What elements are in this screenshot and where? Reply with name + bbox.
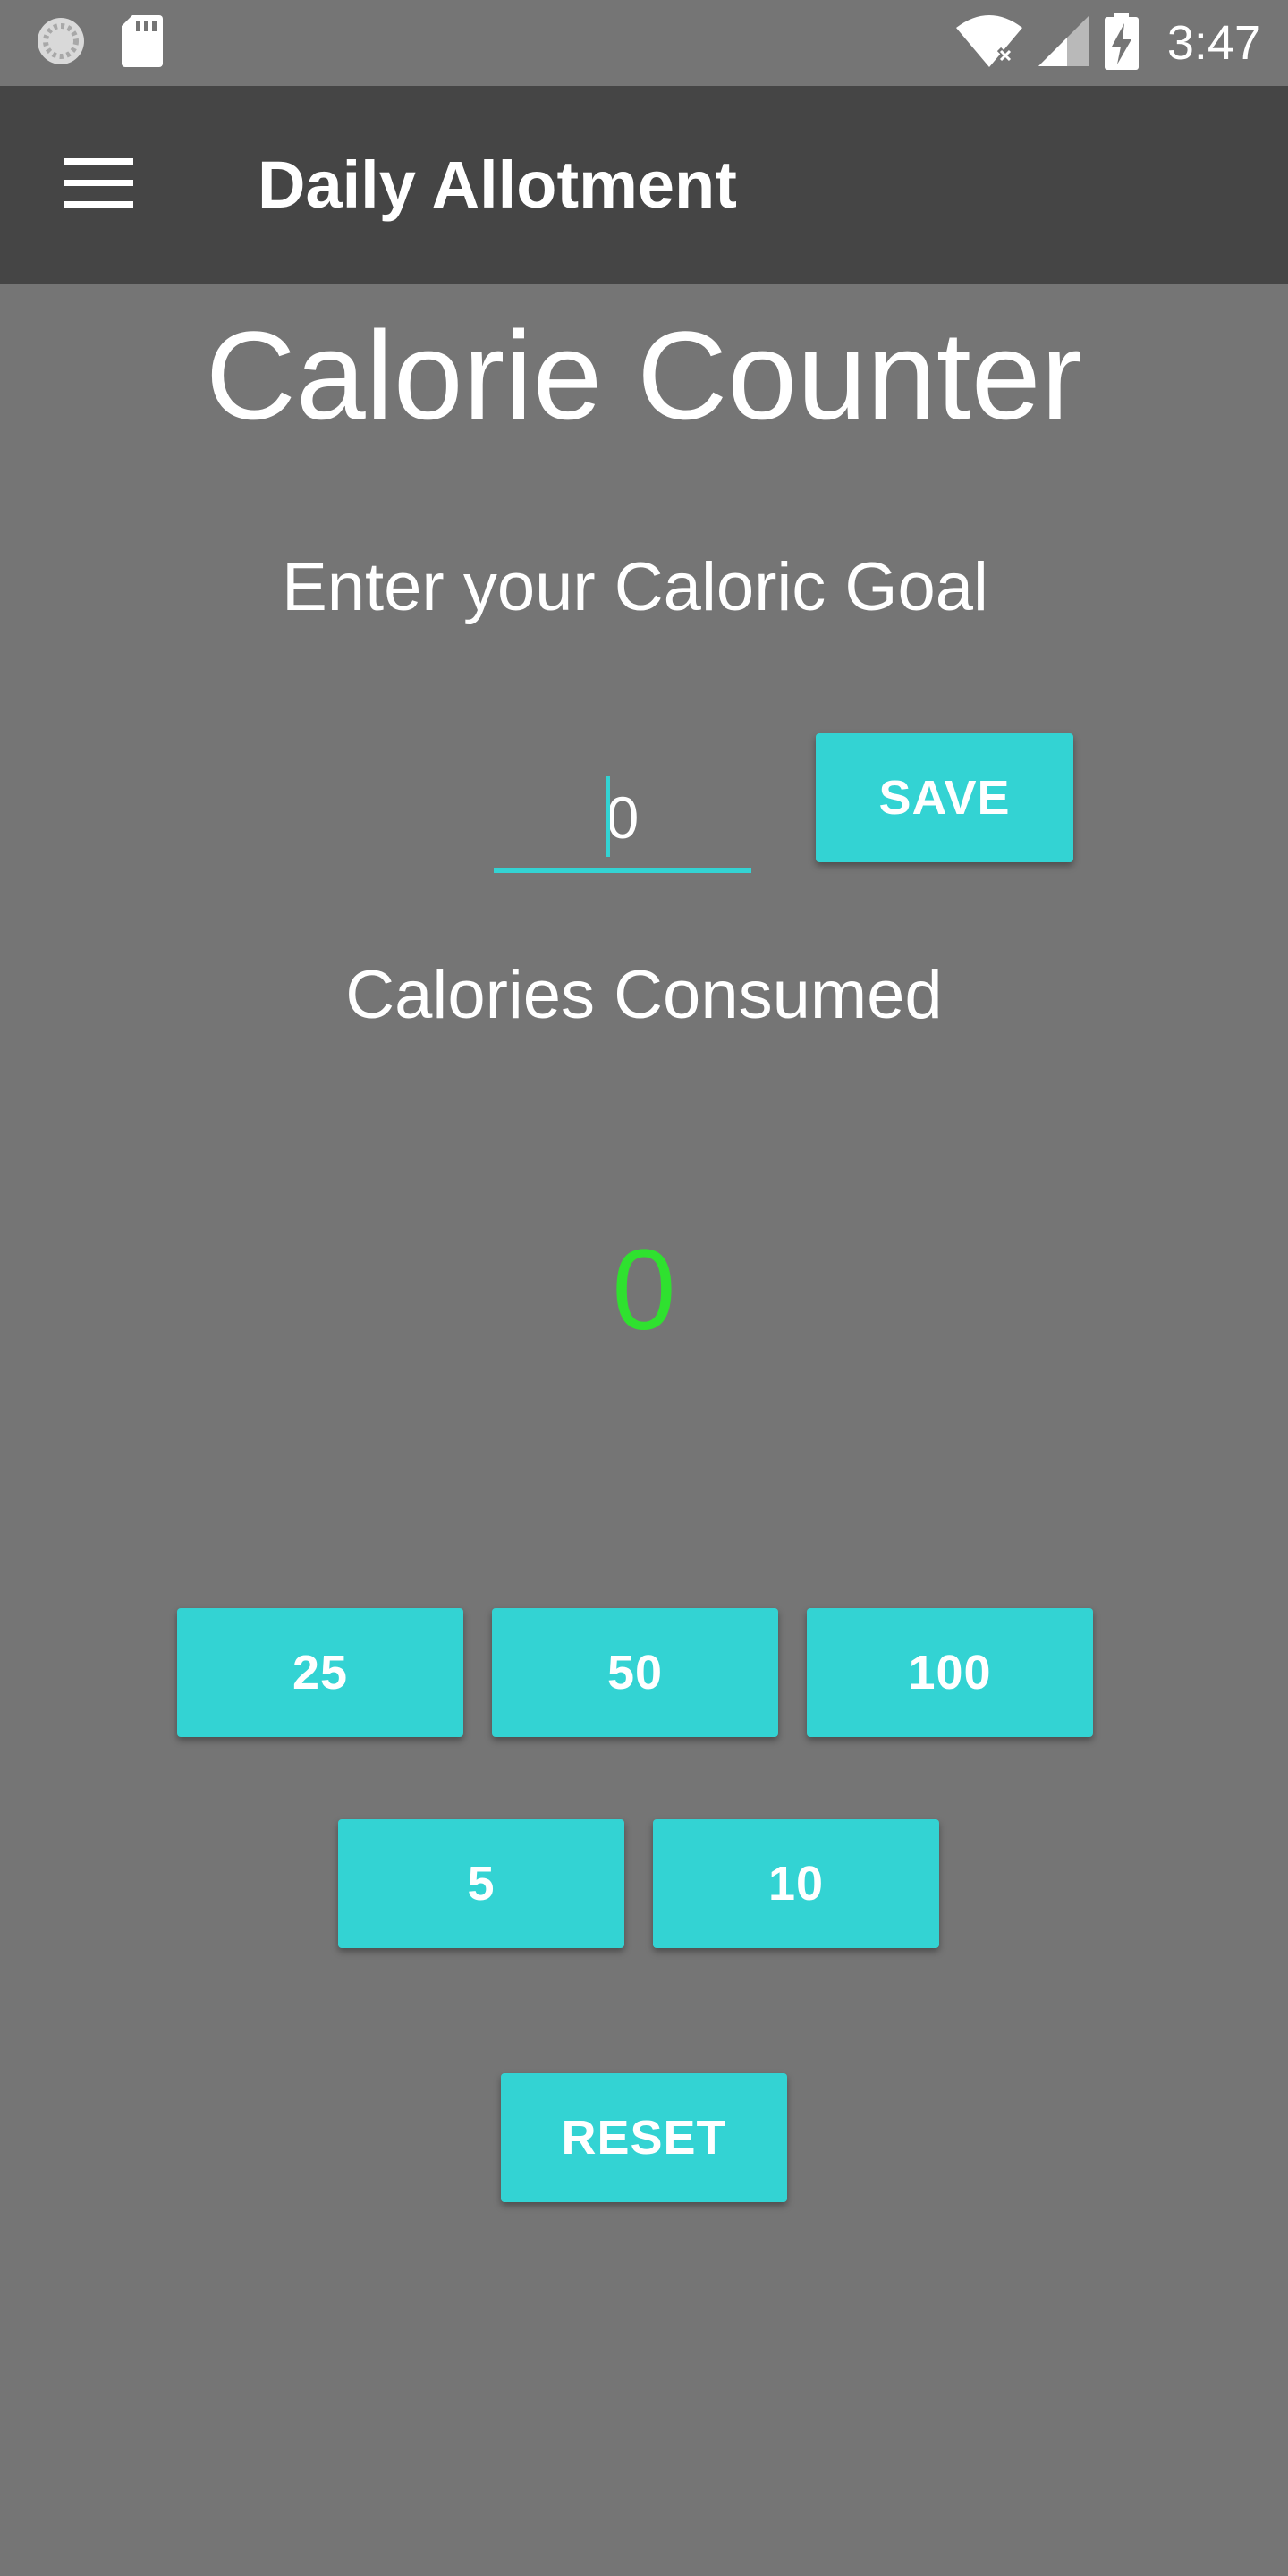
add-10-button[interactable]: 10	[653, 1819, 939, 1948]
wifi-icon	[955, 14, 1022, 72]
calories-consumed-label: Calories Consumed	[345, 957, 943, 1033]
app-bar-title: Daily Allotment	[258, 148, 737, 222]
caloric-goal-field-wrapper	[494, 767, 751, 878]
sd-card-icon	[122, 14, 163, 72]
add-100-button[interactable]: 100	[807, 1608, 1093, 1737]
status-right-icons: 3:47	[955, 12, 1261, 74]
menu-button[interactable]	[54, 149, 143, 221]
battery-charging-icon	[1104, 12, 1139, 74]
add-50-button[interactable]: 50	[492, 1608, 778, 1737]
cellular-signal-icon	[1038, 15, 1089, 71]
app-bar: Daily Allotment	[0, 86, 1288, 284]
add-5-button[interactable]: 5	[338, 1819, 624, 1948]
page-title: Calorie Counter	[205, 305, 1083, 445]
text-cursor	[606, 776, 610, 857]
status-time: 3:47	[1166, 16, 1261, 70]
save-button[interactable]: SAVE	[816, 733, 1073, 862]
reset-button[interactable]: RESET	[501, 2073, 787, 2202]
hamburger-menu-icon	[64, 157, 133, 213]
caloric-goal-label: Enter your Caloric Goal	[282, 549, 988, 625]
status-bar: 3:47	[0, 0, 1288, 86]
add-25-button[interactable]: 25	[177, 1608, 463, 1737]
calories-consumed-value: 0	[612, 1226, 676, 1354]
sync-icon	[36, 16, 86, 71]
caloric-goal-input[interactable]	[494, 767, 751, 873]
status-left-icons	[36, 14, 163, 72]
